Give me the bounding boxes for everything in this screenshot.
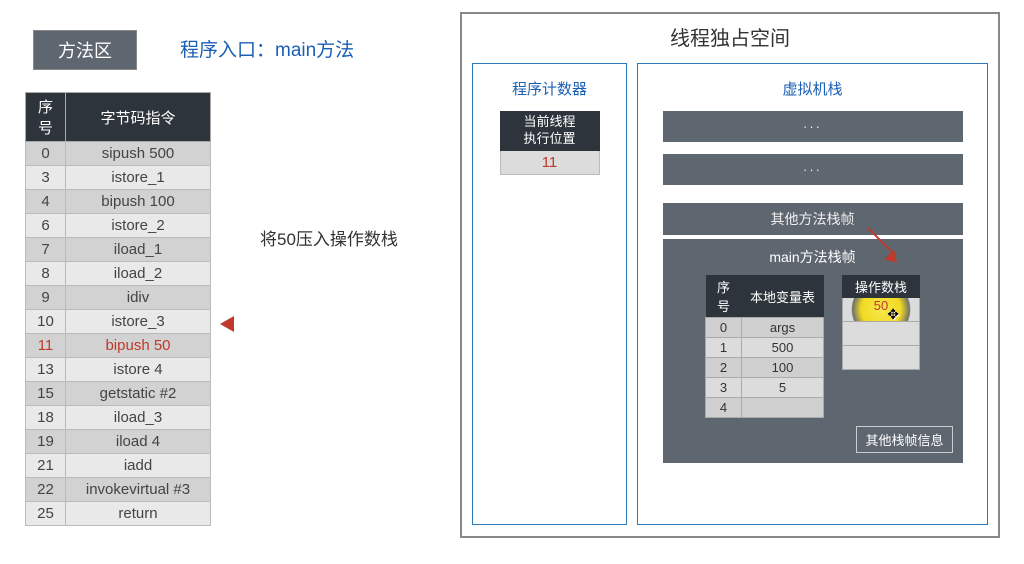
- stack-placeholder-2: ···: [663, 154, 963, 185]
- other-frame-info-button[interactable]: 其他栈帧信息: [856, 426, 952, 453]
- table-row: 6istore_2: [26, 214, 211, 238]
- table-row: 1500: [706, 338, 824, 358]
- other-method-frame-label: 其他方法栈帧: [663, 203, 963, 235]
- current-instruction-pointer-icon: [220, 316, 234, 332]
- table-row: 18iload_3: [26, 406, 211, 430]
- thread-private-space: 线程独占空间 程序计数器 当前线程执行位置 11 虚拟机栈 ··· ··· 其他…: [460, 12, 1000, 538]
- table-row: 19iload 4: [26, 430, 211, 454]
- vm-stack-title: 虚拟机栈: [782, 78, 842, 99]
- table-row: 3istore_1: [26, 166, 211, 190]
- bytecode-table: 序号 字节码指令 0sipush 5003istore_14bipush 100…: [25, 92, 211, 526]
- table-row: 13istore 4: [26, 358, 211, 382]
- table-row: 9idiv: [26, 286, 211, 310]
- table-row: 4bipush 100: [26, 190, 211, 214]
- pc-value: 11: [500, 151, 600, 175]
- lv-header-index: 序号: [706, 275, 742, 318]
- main-frame-title: main方法栈帧: [769, 247, 855, 267]
- push-arrow-icon: [853, 253, 898, 298]
- table-row: 2100: [706, 358, 824, 378]
- stack-placeholder-1: ···: [663, 111, 963, 142]
- table-row: 11bipush 50: [26, 334, 211, 358]
- pc-label: 当前线程执行位置: [500, 111, 600, 151]
- op-stack-cell: 50✥: [842, 298, 920, 322]
- table-row: 22invokevirtual #3: [26, 478, 211, 502]
- op-stack-cell: [842, 346, 920, 370]
- cursor-icon: ✥: [887, 306, 899, 323]
- pc-title: 程序计数器: [512, 78, 587, 99]
- col-header-index: 序号: [26, 93, 66, 142]
- table-row: 25return: [26, 502, 211, 526]
- vm-stack-box: 虚拟机栈 ··· ··· 其他方法栈帧 main方法栈帧 序号 本地变量表 0a…: [637, 63, 988, 525]
- col-header-instruction: 字节码指令: [66, 93, 211, 142]
- table-row: 7iload_1: [26, 238, 211, 262]
- operation-caption: 将50压入操作数栈: [260, 225, 398, 250]
- method-area-label: 方法区: [33, 30, 137, 70]
- table-row: 4: [706, 398, 824, 418]
- table-row: 8iload_2: [26, 262, 211, 286]
- entry-point-text: 程序入口：main方法: [180, 35, 354, 62]
- table-row: 35: [706, 378, 824, 398]
- thread-space-title: 线程独占空间: [462, 14, 998, 55]
- local-variable-table: 序号 本地变量表 0args15002100354: [705, 275, 824, 418]
- op-stack-cell: [842, 322, 920, 346]
- main-stack-frame: main方法栈帧 序号 本地变量表 0args15002100354 操作数栈: [663, 239, 963, 463]
- table-row: 15getstatic #2: [26, 382, 211, 406]
- lv-header-value: 本地变量表: [742, 275, 824, 318]
- table-row: 21iadd: [26, 454, 211, 478]
- table-row: 10istore_3: [26, 310, 211, 334]
- table-row: 0args: [706, 318, 824, 338]
- table-row: 0sipush 500: [26, 142, 211, 166]
- program-counter-box: 程序计数器 当前线程执行位置 11: [472, 63, 627, 525]
